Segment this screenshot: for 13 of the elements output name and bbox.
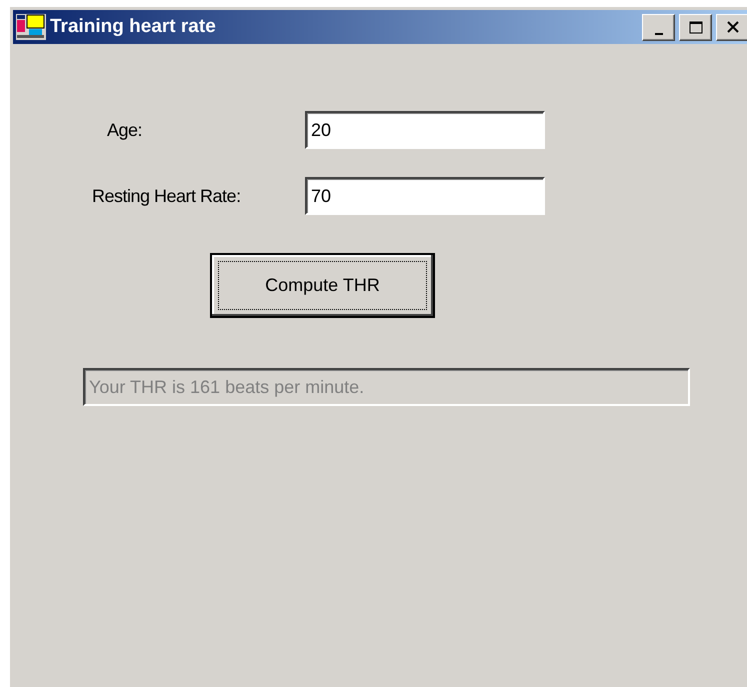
close-button[interactable] bbox=[716, 14, 747, 40]
minimize-icon bbox=[654, 33, 662, 35]
minimize-button[interactable] bbox=[642, 14, 675, 40]
maximize-icon bbox=[688, 20, 702, 34]
input-field[interactable]: 20 bbox=[305, 111, 545, 149]
field-label: Age: bbox=[106, 120, 144, 140]
input-field[interactable]: 70 bbox=[305, 177, 545, 215]
app-icon bbox=[16, 14, 46, 40]
field-label: Resting Heart Rate: bbox=[91, 186, 242, 206]
compute-button[interactable]: Compute THR bbox=[210, 253, 435, 318]
window-title: Training heart rate bbox=[50, 16, 217, 38]
close-icon bbox=[726, 21, 738, 33]
maximize-button[interactable] bbox=[679, 14, 712, 40]
